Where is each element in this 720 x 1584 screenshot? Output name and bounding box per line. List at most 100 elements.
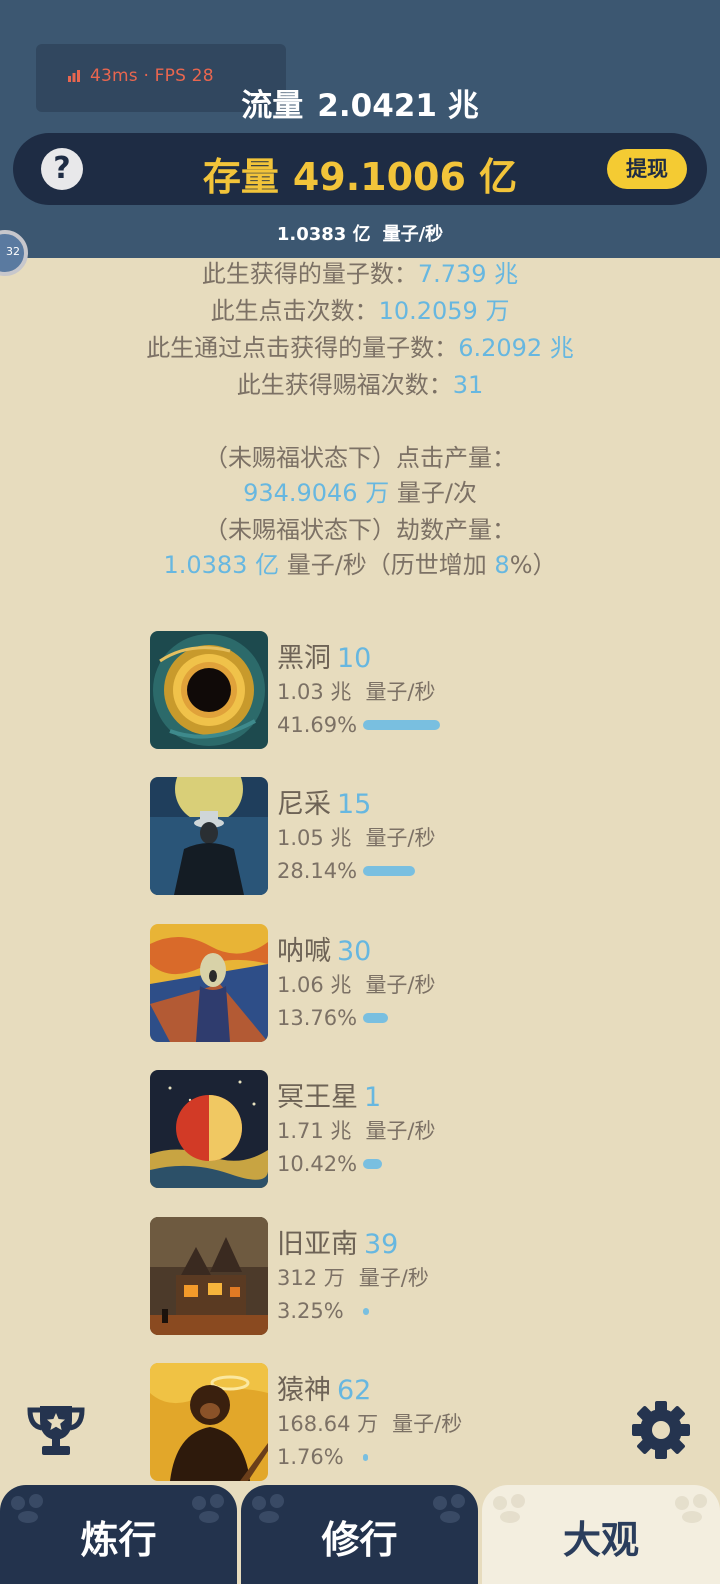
kalpa-output-unit: 量子/秒（历世增加: [279, 551, 495, 579]
list-item-old-yanan[interactable]: 旧亚南 39 312 万量子/秒 3.25%: [150, 1217, 590, 1335]
scream-thumbnail: [150, 924, 268, 1042]
item-rate: 1.05 兆量子/秒: [277, 822, 436, 852]
click-output-unit: 量子/次: [389, 479, 477, 507]
list-item-black-hole[interactable]: 黑洞 10 1.03 兆量子/秒 41.69%: [150, 631, 590, 749]
stock-label: 存量: [202, 155, 279, 199]
item-rate-unit: 量子/秒: [365, 826, 436, 850]
top-header: 43ms · FPS 28 流量 2.0421 兆 ? 存量 49.1006 亿 提…: [0, 0, 720, 258]
stat-value: 6.2092 兆: [458, 334, 574, 362]
click-output: 934.9046 万 量子/次: [0, 473, 720, 508]
list-item-ape-god[interactable]: 猿神 62 168.64 万量子/秒 1.76%: [150, 1363, 590, 1481]
flow-display: 流量 2.0421 兆: [0, 80, 720, 125]
item-share-bar: [363, 1013, 388, 1023]
paw-decoration-icon: [11, 1494, 43, 1523]
item-rate-unit: 量子/秒: [358, 1266, 429, 1290]
stat-blessings: 此生获得赐福次数：31: [0, 365, 720, 400]
item-level: 62: [337, 1375, 372, 1406]
tab-label: 大观: [562, 1518, 639, 1562]
paw-decoration-icon: [493, 1494, 525, 1523]
tab-label: 炼行: [80, 1518, 157, 1562]
paw-decoration-icon: [252, 1494, 284, 1523]
item-rate: 168.64 万量子/秒: [277, 1408, 462, 1438]
item-name: 呐喊: [277, 936, 331, 967]
kalpa-bonus-value: 8: [494, 551, 510, 579]
item-name: 黑洞: [277, 643, 331, 674]
item-share-bar: [363, 1308, 369, 1315]
stat-label: 此生点击次数：: [210, 297, 379, 325]
item-rate-value: 1.03 兆: [277, 680, 352, 704]
item-name: 旧亚南: [277, 1229, 358, 1260]
item-rate: 1.71 兆量子/秒: [277, 1115, 436, 1145]
stat-value: 10.2059 万: [378, 297, 510, 325]
item-level: 1: [364, 1082, 382, 1113]
click-output-label: （未赐福状态下）点击产量：: [204, 444, 516, 472]
item-title: 呐喊 30: [277, 929, 371, 968]
kalpa-output-value: 1.0383 亿: [163, 551, 280, 579]
stat-clicks: 此生点击次数：10.2059 万: [0, 291, 720, 326]
item-name: 尼采: [277, 789, 331, 820]
rate-value: 1.0383 亿: [276, 224, 371, 245]
paw-decoration-icon: [675, 1494, 707, 1523]
item-name: 冥王星: [277, 1082, 358, 1113]
item-rate: 1.06 兆量子/秒: [277, 969, 436, 999]
paw-decoration-icon: [433, 1494, 465, 1523]
item-percent: 3.25%: [277, 1299, 344, 1323]
stat-label: 此生通过点击获得的量子数：: [146, 334, 459, 362]
black-hole-thumbnail: [150, 631, 268, 749]
rate-display: 1.0383 亿量子/秒: [0, 220, 720, 246]
item-percent: 13.76%: [277, 1006, 358, 1030]
item-share-bar: [363, 866, 415, 876]
stat-label: 此生获得的量子数：: [201, 260, 418, 288]
paw-decoration-icon: [192, 1494, 224, 1523]
item-rate-value: 1.06 兆: [277, 973, 352, 997]
item-level: 39: [364, 1229, 399, 1260]
old-yanan-thumbnail: [150, 1217, 268, 1335]
item-rate-value: 168.64 万: [277, 1412, 379, 1436]
withdraw-button[interactable]: 提现: [607, 149, 687, 189]
stat-value: 31: [452, 371, 484, 399]
list-item-pluto[interactable]: 冥王星 1 1.71 兆量子/秒 10.42%: [150, 1070, 590, 1188]
item-rate: 1.03 兆量子/秒: [277, 676, 436, 706]
item-title: 冥王星 1: [277, 1075, 381, 1114]
tab-practice[interactable]: 炼行: [0, 1485, 237, 1584]
kalpa-output: 1.0383 亿 量子/秒（历世增加 8%）: [0, 545, 720, 580]
item-rate-unit: 量子/秒: [365, 1119, 436, 1143]
stat-lifetime-quanta: 此生获得的量子数：7.739 兆: [0, 254, 720, 289]
flow-value: 2.0421 兆: [317, 88, 479, 124]
stock-value: 49.1006 亿: [292, 155, 518, 199]
flow-label: 流量: [241, 88, 304, 124]
item-rate: 312 万量子/秒: [277, 1262, 429, 1292]
item-rate-value: 1.05 兆: [277, 826, 352, 850]
item-rate-unit: 量子/秒: [365, 973, 436, 997]
item-rate-unit: 量子/秒: [365, 680, 436, 704]
item-percent: 41.69%: [277, 713, 358, 737]
item-rate-unit: 量子/秒: [392, 1412, 463, 1436]
item-name: 猿神: [277, 1375, 331, 1406]
item-share-bar: [363, 720, 440, 730]
list-item-scream[interactable]: 呐喊 30 1.06 兆量子/秒 13.76%: [150, 924, 590, 1042]
stat-label: 此生获得赐福次数：: [236, 371, 453, 399]
item-title: 黑洞 10: [277, 636, 371, 675]
list-item-nietzsche[interactable]: 尼采 15 1.05 兆量子/秒 28.14%: [150, 777, 590, 895]
kalpa-output-label: （未赐福状态下）劫数产量：: [204, 516, 516, 544]
item-level: 15: [337, 789, 372, 820]
item-level: 30: [337, 936, 372, 967]
item-share-bar: [363, 1159, 382, 1169]
stat-click-quanta: 此生通过点击获得的量子数：6.2092 兆: [0, 328, 720, 363]
item-percent: 1.76%: [277, 1445, 344, 1469]
item-title: 尼采 15: [277, 782, 371, 821]
tab-cultivation[interactable]: 修行: [241, 1485, 478, 1584]
stock-display: 存量 49.1006 亿: [13, 146, 707, 201]
item-title: 旧亚南 39: [277, 1222, 398, 1261]
tab-label: 修行: [321, 1518, 398, 1562]
item-share-bar: [363, 1454, 368, 1461]
item-rate-value: 312 万: [277, 1266, 345, 1290]
tab-overview[interactable]: 大观: [482, 1485, 720, 1584]
pluto-thumbnail: [150, 1070, 268, 1188]
trophy-icon[interactable]: [26, 1400, 86, 1460]
gear-icon[interactable]: [631, 1400, 691, 1460]
bottom-tab-bar: 炼行 修行 大观: [0, 1485, 720, 1584]
item-level: 10: [337, 643, 372, 674]
item-rate-value: 1.71 兆: [277, 1119, 352, 1143]
stock-bar: ? 存量 49.1006 亿 提现: [13, 133, 707, 205]
